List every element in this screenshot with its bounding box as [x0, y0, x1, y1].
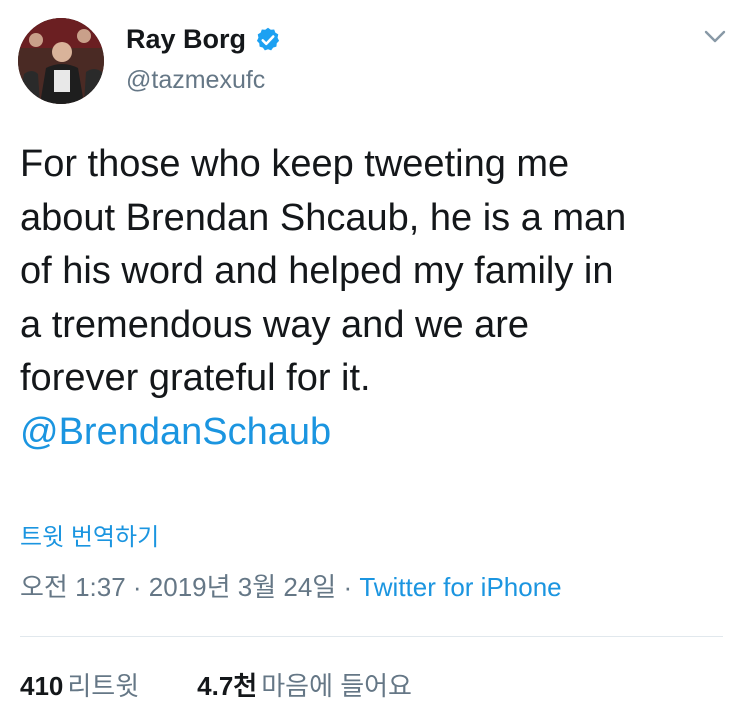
likes-count: 4.7천	[197, 671, 258, 701]
tweet-line: about Brendan Shcaub, he is a man	[20, 196, 627, 239]
meta-separator: ·	[336, 572, 360, 602]
divider	[20, 636, 723, 637]
tweet-date[interactable]: 2019년 3월 24일	[149, 572, 336, 602]
likes-stat[interactable]: 4.7천 마음에 들어요	[197, 671, 412, 701]
avatar[interactable]	[18, 18, 104, 104]
display-name[interactable]: Ray Borg	[126, 24, 246, 55]
verified-badge-icon	[256, 27, 280, 50]
retweets-stat[interactable]: 410 리트윗	[20, 671, 139, 701]
profile-photo	[18, 18, 104, 104]
tweet-line: of his word and helped my family in	[20, 250, 614, 292]
tweet-line: For those who keep tweeting me	[20, 143, 570, 185]
tweet-line: a tremendous way and we are	[20, 303, 530, 346]
tweet-line: forever grateful for it.	[20, 357, 371, 399]
retweets-count: 410	[20, 671, 64, 701]
meta-separator: ·	[125, 572, 149, 602]
tweet-meta: 오전 1:37 · 2019년 3월 24일 · Twitter for iPh…	[20, 567, 562, 604]
retweets-label: 리트윗	[67, 671, 140, 701]
tweet-source-link[interactable]: Twitter for iPhone	[359, 572, 561, 602]
tweet-time[interactable]: 오전 1:37	[20, 572, 126, 602]
tweet-stats: 410 리트윗 4.7천 마음에 들어요	[20, 666, 412, 703]
mention-link[interactable]: @BrendanSchaub	[20, 406, 730, 460]
author-name-row[interactable]: Ray Borg	[126, 24, 282, 55]
translate-tweet-link[interactable]: 트윗 번역하기	[20, 517, 159, 552]
author-handle[interactable]: @tazmexufc	[126, 66, 265, 95]
tweet-text: For those who keep tweeting me about Bre…	[20, 138, 730, 459]
likes-label: 마음에 들어요	[261, 671, 412, 701]
chevron-down-icon[interactable]	[700, 24, 730, 48]
